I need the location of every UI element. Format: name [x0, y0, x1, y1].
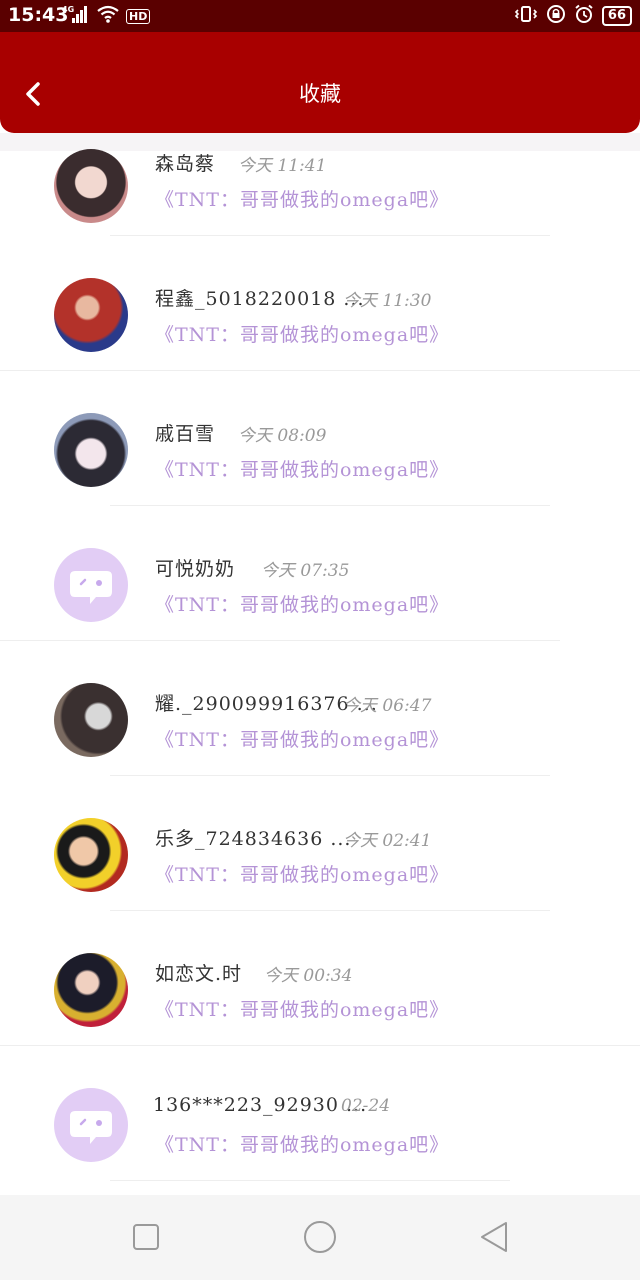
list-item[interactable]: 可悦奶奶 今天 07:35 《TNT：哥哥做我的omega吧》 — [0, 506, 640, 641]
item-subtitle: 《TNT：哥哥做我的omega吧》 — [155, 594, 450, 616]
item-time: 今天 00:34 — [264, 966, 353, 986]
item-time: 02-24 — [341, 1096, 391, 1116]
avatar — [54, 683, 128, 757]
avatar — [54, 278, 128, 352]
item-name: 乐多_724834636 ... — [155, 828, 352, 850]
item-time: 今天 08:09 — [238, 426, 327, 446]
list-item[interactable]: 程鑫_5018220018 ... 今天 11:30 《TNT：哥哥做我的ome… — [0, 236, 640, 371]
avatar — [54, 413, 128, 487]
item-time: 今天 07:35 — [261, 561, 350, 581]
default-chat-icon — [54, 1088, 128, 1162]
vibrate-icon — [514, 4, 538, 28]
status-right-icons: 66 — [514, 4, 632, 28]
home-button[interactable] — [302, 1219, 338, 1255]
item-subtitle: 《TNT：哥哥做我的omega吧》 — [155, 999, 450, 1021]
item-time: 今天 11:41 — [238, 156, 327, 176]
home-icon — [304, 1221, 336, 1253]
item-time: 今天 11:30 — [343, 291, 432, 311]
list-item[interactable]: 乐多_724834636 ... 今天 02:41 《TNT：哥哥做我的omeg… — [0, 776, 640, 911]
item-name: 136***223_92930 ... — [153, 1094, 368, 1116]
system-nav-bar — [0, 1195, 640, 1280]
list-item[interactable]: 如恋文.时 今天 00:34 《TNT：哥哥做我的omega吧》 — [0, 911, 640, 1046]
alarm-icon — [574, 4, 594, 28]
item-name: 戚百雪 — [155, 423, 216, 445]
back-triangle-icon — [481, 1222, 507, 1252]
recent-apps-button[interactable] — [128, 1219, 164, 1255]
favorites-list[interactable]: 森岛蔡 今天 11:41 《TNT：哥哥做我的omega吧》 程鑫_501822… — [0, 133, 640, 1195]
status-left-icons: 4G HD — [62, 4, 151, 28]
avatar — [54, 953, 128, 1027]
lock-rotation-icon — [546, 4, 566, 28]
app-header: 收藏 — [0, 32, 640, 133]
avatar — [54, 149, 128, 223]
item-subtitle: 《TNT：哥哥做我的omega吧》 — [155, 324, 450, 346]
item-subtitle: 《TNT：哥哥做我的omega吧》 — [155, 729, 450, 751]
list-item[interactable]: 136***223_92930 ... 02-24 《TNT：哥哥做我的omeg… — [0, 1046, 640, 1181]
list-item[interactable]: 森岛蔡 今天 11:41 《TNT：哥哥做我的omega吧》 — [0, 133, 640, 236]
item-time: 今天 06:47 — [343, 696, 432, 716]
item-name: 程鑫_5018220018 ... — [155, 288, 365, 310]
recent-apps-icon — [133, 1224, 159, 1250]
wifi-icon — [96, 4, 120, 28]
item-name: 如恋文.时 — [155, 963, 243, 985]
item-time: 今天 02:41 — [343, 831, 432, 851]
status-bar: 15:43 4G HD 66 — [0, 0, 640, 32]
battery-icon: 66 — [601, 6, 632, 26]
network-label: 4G — [62, 5, 74, 14]
item-subtitle: 《TNT：哥哥做我的omega吧》 — [155, 864, 450, 886]
item-subtitle: 《TNT：哥哥做我的omega吧》 — [155, 189, 450, 211]
list-item[interactable]: 戚百雪 今天 08:09 《TNT：哥哥做我的omega吧》 — [0, 371, 640, 506]
default-chat-icon — [54, 548, 128, 622]
list-item[interactable]: 耀._290099916376 ... 今天 06:47 《TNT：哥哥做我的o… — [0, 641, 640, 776]
avatar — [54, 818, 128, 892]
divider — [110, 1180, 510, 1181]
item-name: 森岛蔡 — [155, 153, 216, 175]
item-name: 可悦奶奶 — [155, 558, 236, 580]
signal-icon: 4G — [62, 4, 90, 28]
nav-back-button[interactable] — [476, 1219, 512, 1255]
page-title: 收藏 — [299, 82, 341, 106]
item-subtitle: 《TNT：哥哥做我的omega吧》 — [155, 1134, 450, 1156]
hd-badge: HD — [126, 8, 151, 24]
status-time: 15:43 — [8, 4, 69, 26]
item-subtitle: 《TNT：哥哥做我的omega吧》 — [155, 459, 450, 481]
